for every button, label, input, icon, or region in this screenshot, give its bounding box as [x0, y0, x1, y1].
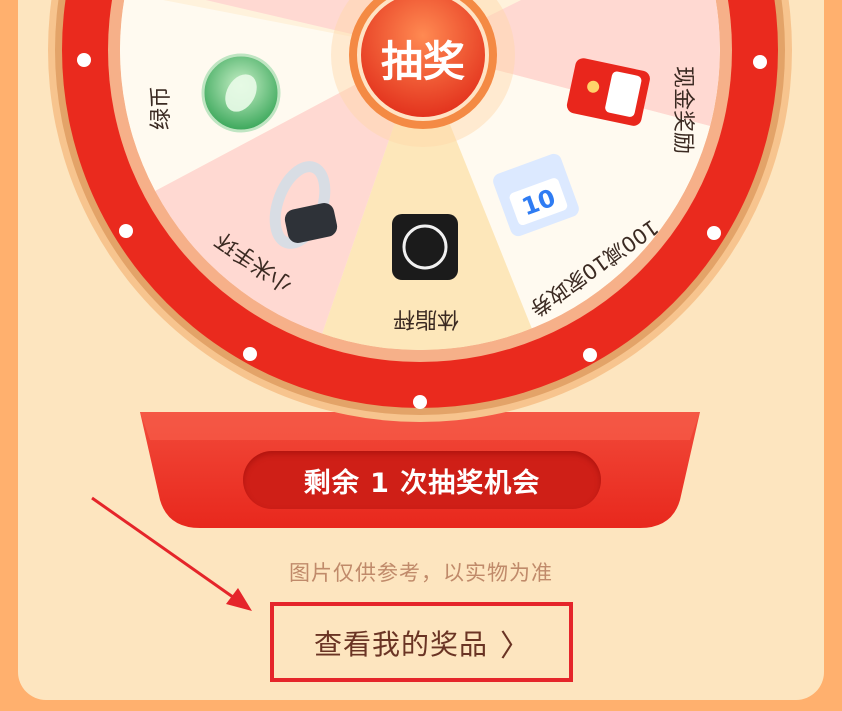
prize-wheel-graphic: 10 绿币 小米手环 体脂秤 100减10家政券 现金奖励 抽奖 [48, 0, 792, 528]
prize-label-cash: 现金奖励 [670, 66, 695, 154]
prize-label-green-coin: 绿币 [149, 86, 174, 130]
green-coin-icon [201, 53, 281, 133]
remaining-chances-badge: 剩余 1 次抽奖机会 [243, 451, 601, 509]
prize-label-scale: 体脂秤 [393, 306, 459, 331]
image-disclaimer: 图片仅供参考，以实物为准 [289, 561, 553, 585]
body-fat-scale-icon [392, 214, 458, 280]
spin-button-label: 抽奖 [381, 37, 465, 86]
view-my-prizes-label: 查看我的奖品 [313, 628, 488, 661]
chevron-right-icon: 〉 [500, 629, 531, 664]
view-my-prizes-button[interactable]: 查看我的奖品 〉 [280, 609, 565, 677]
remaining-chances-text: 剩余 1 次抽奖机会 [303, 467, 541, 499]
